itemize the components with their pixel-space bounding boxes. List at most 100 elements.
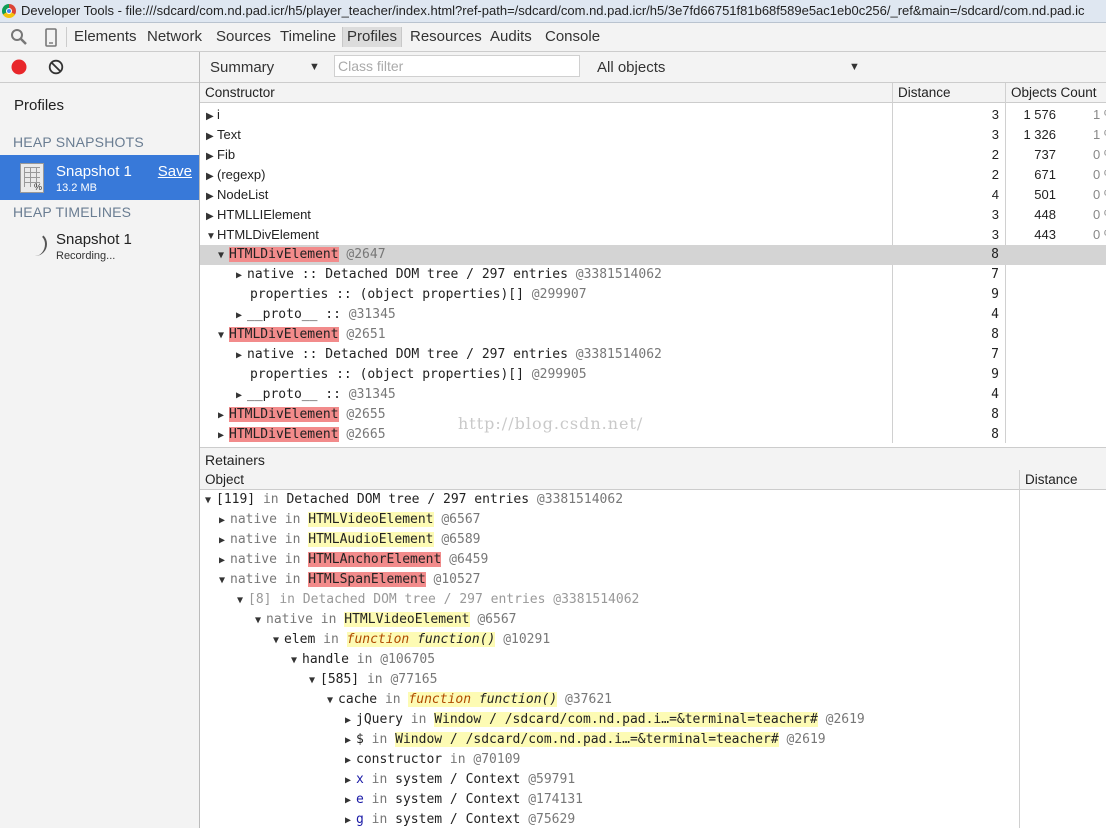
distance-column-header[interactable]: Distance [898, 83, 951, 103]
retainer-row[interactable]: ▼ cache in function function() @37621 [200, 690, 1106, 710]
tab-resources[interactable]: Resources [406, 27, 486, 47]
timeline-list-item[interactable]: Snapshot 1 Recording... [0, 226, 199, 266]
expand-arrow-icon[interactable]: ▶ [345, 811, 356, 828]
record-icon[interactable] [11, 59, 27, 75]
tab-sources[interactable]: Sources [212, 27, 275, 47]
retainer-row[interactable]: ▶ native in HTMLVideoElement @6567 [200, 510, 1106, 530]
save-snapshot-link[interactable]: Save [158, 163, 192, 180]
retainer-key: elem [284, 632, 316, 647]
device-mode-icon[interactable] [44, 28, 64, 47]
collapse-arrow-icon[interactable]: ▼ [218, 246, 229, 266]
instance-row[interactable]: ▼ HTMLDivElement @2651 8 [200, 325, 1106, 345]
retainer-row[interactable]: ▶ constructor in @70109 [200, 750, 1106, 770]
expand-arrow-icon[interactable]: ▶ [345, 791, 356, 811]
property-row[interactable]: ▶ __proto__ :: @31345 4 [200, 305, 1106, 325]
distance-value: 4 [991, 387, 999, 402]
retainer-row[interactable]: ▼ [8] in Detached DOM tree / 297 entries … [200, 590, 1106, 610]
snapshot-list-item[interactable]: Snapshot 1 13.2 MB Save [0, 155, 199, 200]
retainer-row[interactable]: ▶ x in system / Context @59791 [200, 770, 1106, 790]
expand-arrow-icon[interactable]: ▶ [206, 207, 217, 227]
expand-arrow-icon[interactable]: ▶ [206, 147, 217, 167]
collapse-arrow-icon[interactable]: ▼ [206, 227, 217, 247]
expand-arrow-icon[interactable]: ▶ [206, 167, 217, 187]
expand-arrow-icon[interactable]: ▶ [345, 731, 356, 751]
retainer-in: in [371, 732, 388, 747]
constructor-column-header[interactable]: Constructor [205, 83, 275, 103]
expand-arrow-icon[interactable]: ▶ [236, 386, 247, 406]
expand-arrow-icon[interactable]: ▶ [206, 107, 217, 127]
expand-arrow-icon[interactable]: ▶ [236, 306, 247, 326]
property-name: native [247, 267, 294, 282]
property-row[interactable]: ▶ native :: Detached DOM tree / 297 entri… [200, 265, 1106, 285]
retainer-key: x [356, 772, 364, 787]
view-select[interactable]: Summary [210, 59, 274, 76]
constructor-row[interactable]: ▶NodeList 4 501 0 % [200, 185, 1106, 205]
collapse-arrow-icon[interactable]: ▼ [219, 571, 230, 591]
object-column-header[interactable]: Object [205, 470, 244, 490]
distance-value: 4 [991, 187, 999, 202]
retainer-row[interactable]: ▼ native in HTMLSpanElement @10527 [200, 570, 1106, 590]
constructor-row[interactable]: ▶Fib 2 737 0 % [200, 145, 1106, 165]
retainer-row[interactable]: ▼ handle in @106705 [200, 650, 1106, 670]
tab-audits[interactable]: Audits [486, 27, 536, 47]
tab-timeline[interactable]: Timeline [276, 27, 340, 47]
constructor-row[interactable]: ▼HTMLDivElement 3 443 0 % [200, 225, 1106, 245]
expand-arrow-icon[interactable]: ▶ [218, 426, 229, 446]
objects-count-column-header[interactable]: Objects Count [1011, 83, 1097, 103]
retainer-row[interactable]: ▼ [119] in Detached DOM tree / 297 entrie… [200, 490, 1106, 510]
distance-value: 8 [991, 427, 999, 442]
retainer-row[interactable]: ▶ $ in Window / /sdcard/com.nd.pad.i…=&te… [200, 730, 1106, 750]
retainer-row[interactable]: ▼ [585] in @77165 [200, 670, 1106, 690]
constructor-row[interactable]: ▶Text 3 1 326 1 % [200, 125, 1106, 145]
expand-arrow-icon[interactable]: ▶ [218, 406, 229, 426]
expand-arrow-icon[interactable]: ▶ [219, 551, 230, 571]
property-row[interactable]: ▶ __proto__ :: @31345 4 [200, 385, 1106, 405]
constructor-row[interactable]: ▶i 3 1 576 1 % [200, 105, 1106, 125]
collapse-arrow-icon[interactable]: ▼ [218, 326, 229, 346]
retainer-row[interactable]: ▶ jQuery in Window / /sdcard/com.nd.pad.i… [200, 710, 1106, 730]
class-filter-input[interactable] [334, 55, 580, 77]
instance-row[interactable]: ▶ HTMLDivElement @2655 8 [200, 405, 1106, 425]
expand-arrow-icon[interactable]: ▶ [236, 346, 247, 366]
retainer-row[interactable]: ▼ elem in function function() @10291 [200, 630, 1106, 650]
expand-arrow-icon[interactable]: ▶ [219, 531, 230, 551]
instance-row[interactable]: ▶ HTMLDivElement @2665 8 [200, 425, 1106, 445]
expand-arrow-icon[interactable]: ▶ [206, 127, 217, 147]
collapse-arrow-icon[interactable]: ▼ [309, 671, 320, 691]
objects-select-arrow-icon[interactable]: ▼ [849, 61, 860, 73]
expand-arrow-icon[interactable]: ▶ [345, 771, 356, 791]
expand-arrow-icon[interactable]: ▶ [345, 751, 356, 771]
retainer-row[interactable]: ▶ native in HTMLAnchorElement @6459 [200, 550, 1106, 570]
collapse-arrow-icon[interactable]: ▼ [255, 611, 266, 631]
instance-row[interactable]: ▼ HTMLDivElement @2647 8 [200, 245, 1106, 265]
retainer-row[interactable]: ▶ native in HTMLAudioElement @6589 [200, 530, 1106, 550]
expand-arrow-icon[interactable]: ▶ [345, 711, 356, 731]
retainer-row[interactable]: ▶ e in system / Context @174131 [200, 790, 1106, 810]
tab-profiles[interactable]: Profiles [342, 27, 403, 47]
profiles-sidebar: Profiles HEAP SNAPSHOTS Snapshot 1 13.2 … [0, 52, 200, 828]
tab-network[interactable]: Network [143, 27, 206, 47]
retainer-id: @3381514062 [553, 592, 640, 607]
property-row[interactable]: properties :: (object properties)[] @299… [200, 365, 1106, 385]
retainers-distance-column-header[interactable]: Distance [1025, 470, 1078, 490]
retainer-row[interactable]: ▼ native in HTMLVideoElement @6567 [200, 610, 1106, 630]
collapse-arrow-icon[interactable]: ▼ [273, 631, 284, 651]
objects-select[interactable]: All objects [597, 59, 665, 76]
constructor-row[interactable]: ▶HTMLLIElement 3 448 0 % [200, 205, 1106, 225]
tab-elements[interactable]: Elements [70, 27, 141, 47]
clear-icon[interactable] [48, 59, 64, 75]
expand-arrow-icon[interactable]: ▶ [206, 187, 217, 207]
collapse-arrow-icon[interactable]: ▼ [205, 491, 216, 511]
retainer-row[interactable]: ▶ g in system / Context @75629 [200, 810, 1106, 828]
expand-arrow-icon[interactable]: ▶ [219, 511, 230, 531]
search-icon[interactable] [10, 28, 30, 46]
collapse-arrow-icon[interactable]: ▼ [291, 651, 302, 671]
view-select-arrow-icon[interactable]: ▼ [309, 61, 320, 73]
constructor-row[interactable]: ▶(regexp) 2 671 0 % [200, 165, 1106, 185]
collapse-arrow-icon[interactable]: ▼ [327, 691, 338, 711]
expand-arrow-icon[interactable]: ▶ [236, 266, 247, 286]
property-row[interactable]: ▶ native :: Detached DOM tree / 297 entri… [200, 345, 1106, 365]
collapse-arrow-icon[interactable]: ▼ [237, 591, 248, 611]
property-row[interactable]: properties :: (object properties)[] @299… [200, 285, 1106, 305]
tab-console[interactable]: Console [541, 27, 604, 47]
